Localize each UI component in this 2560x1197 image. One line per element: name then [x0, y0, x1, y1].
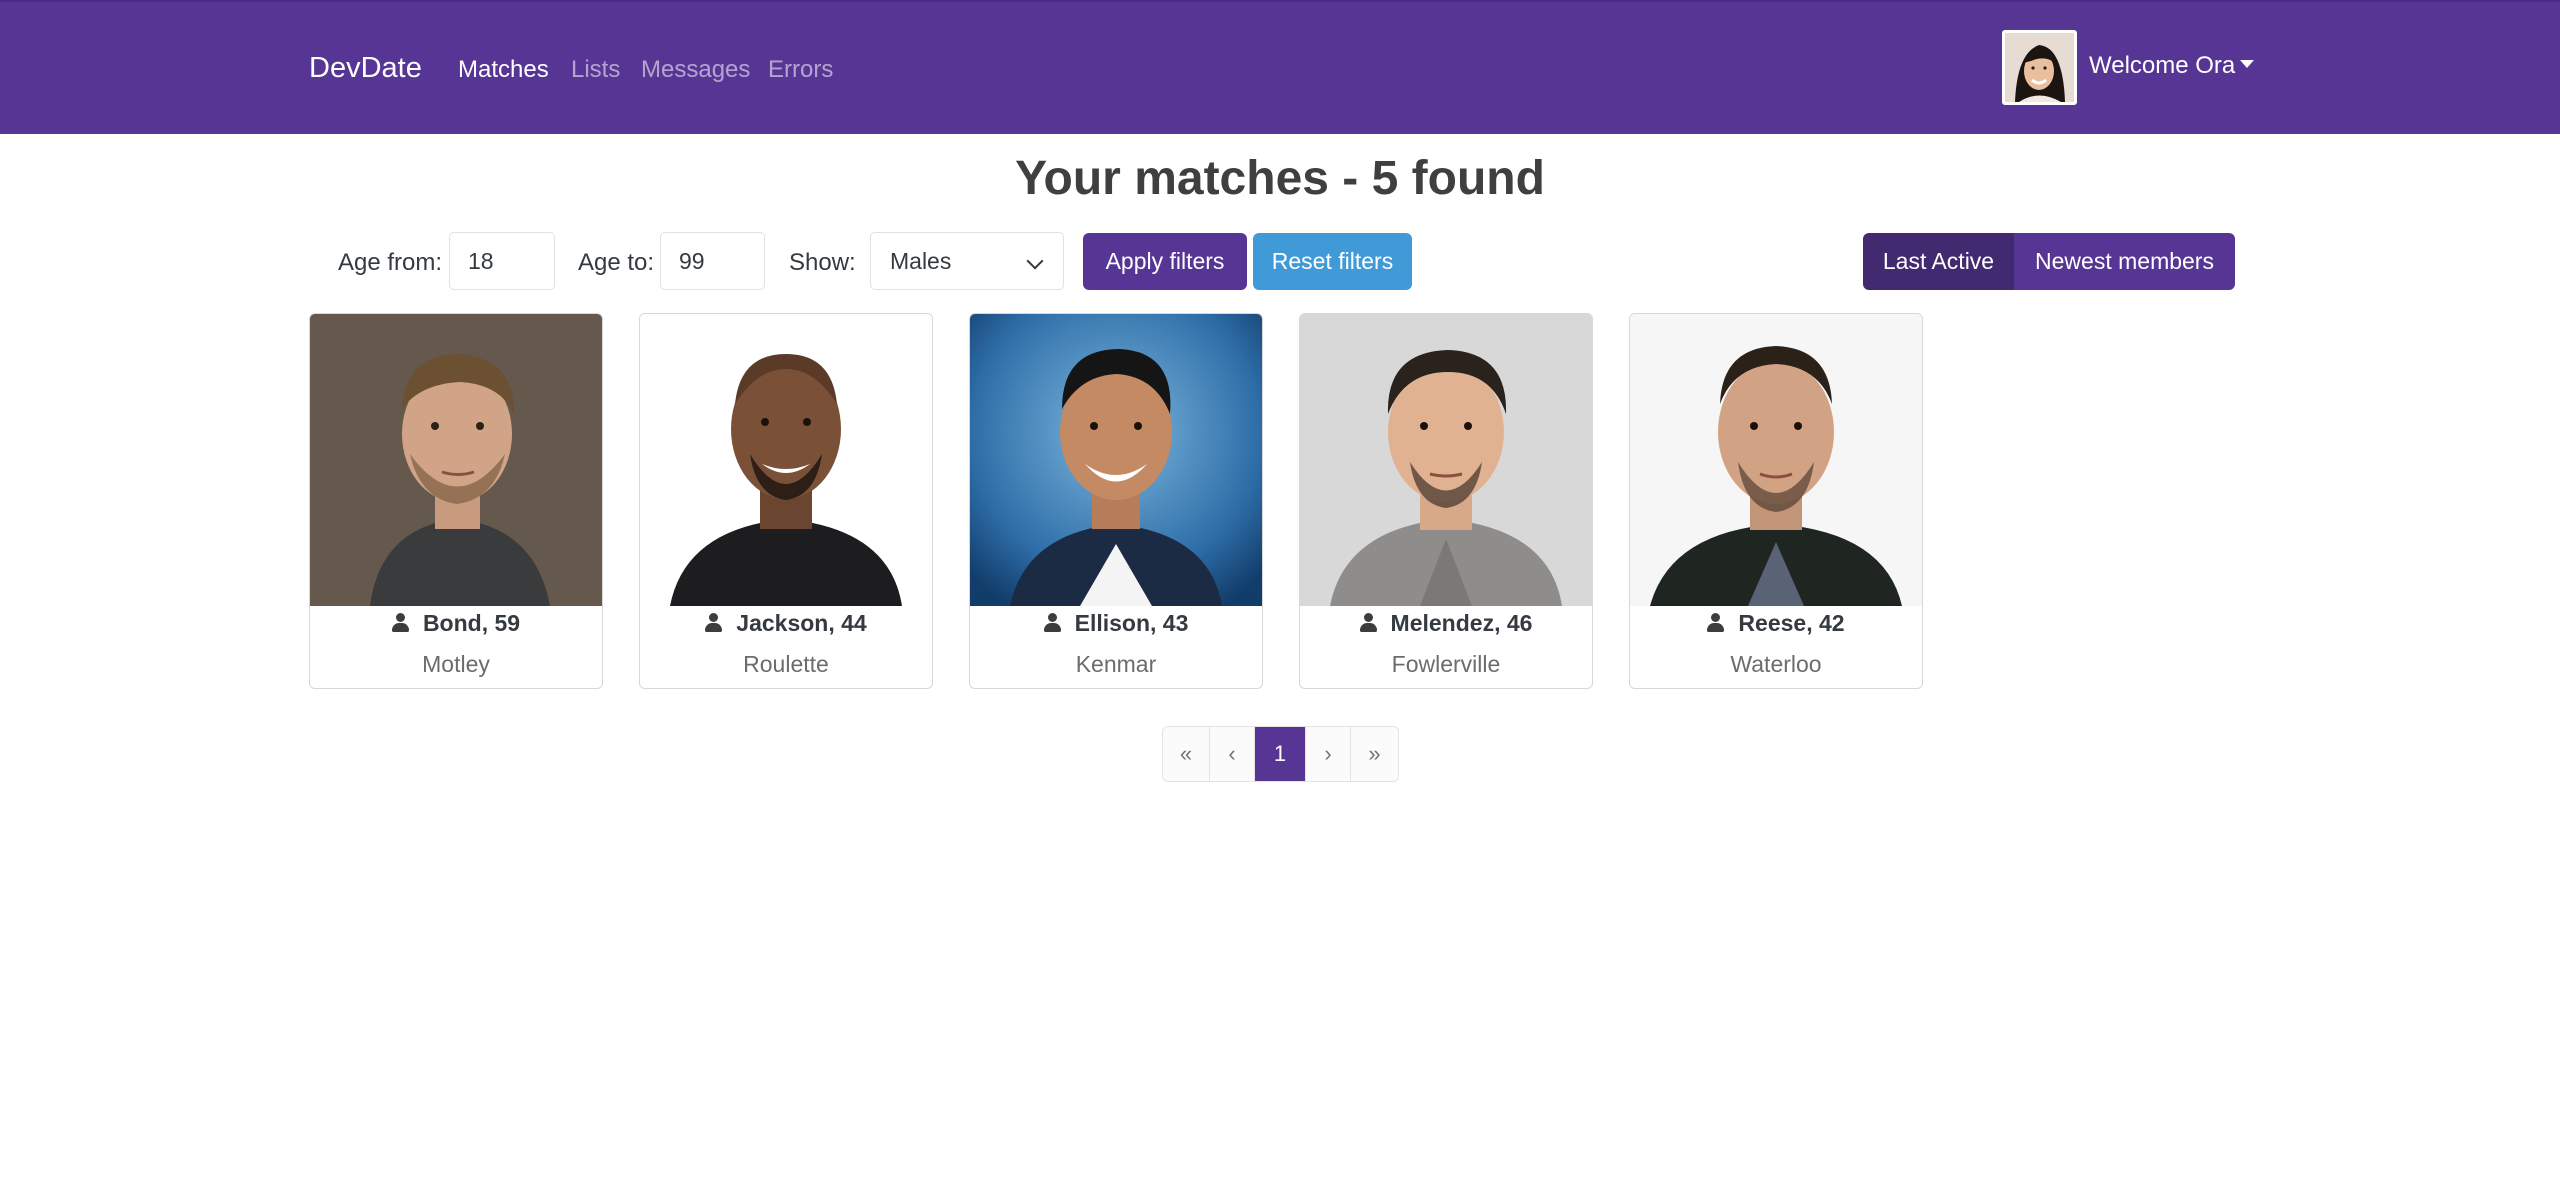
- member-photo[interactable]: [310, 314, 602, 606]
- gender-select-value: Males: [890, 248, 952, 274]
- apply-filters-button[interactable]: Apply filters: [1083, 233, 1247, 290]
- member-city: Kenmar: [1075, 651, 1157, 677]
- member-card[interactable]: Reese, 42 Waterloo: [1629, 313, 1923, 689]
- age-from-input[interactable]: 18: [449, 232, 555, 290]
- navbar: DevDate Matches Lists Messages Errors We…: [0, 0, 2560, 134]
- user-menu-toggle[interactable]: Welcome Ora: [2089, 52, 2255, 80]
- sort-button-group: Last Active Newest members: [1863, 233, 2235, 290]
- user-icon: [391, 613, 409, 632]
- member-photo-image: [1630, 314, 1922, 606]
- member-card[interactable]: Ellison, 43 Kenmar: [969, 313, 1263, 689]
- member-name-text: Melendez, 46: [1390, 610, 1533, 636]
- chevron-down-icon: [1026, 252, 1044, 270]
- sort-newest-members-button[interactable]: Newest members: [2014, 233, 2235, 290]
- sort-last-active-button[interactable]: Last Active: [1863, 233, 2014, 290]
- member-photo-image: [310, 314, 602, 606]
- nav-link-errors[interactable]: Errors: [768, 56, 833, 84]
- reset-filters-button[interactable]: Reset filters: [1253, 233, 1412, 290]
- member-card[interactable]: Jackson, 44 Roulette: [639, 313, 933, 689]
- caret-down-icon: [2240, 59, 2255, 68]
- member-photo-image: [640, 314, 932, 606]
- pagination-last[interactable]: »: [1351, 727, 1398, 781]
- pagination-prev[interactable]: ‹: [1210, 727, 1255, 781]
- pagination: « ‹ 1 › »: [1162, 726, 1399, 782]
- age-to-label: Age to:: [578, 249, 655, 276]
- member-name-age[interactable]: Bond, 59: [310, 610, 602, 637]
- nav-link-matches[interactable]: Matches: [458, 56, 549, 84]
- user-icon: [1707, 613, 1725, 632]
- user-icon: [1043, 613, 1061, 632]
- pagination-next[interactable]: ›: [1306, 727, 1351, 781]
- member-card[interactable]: Melendez, 46 Fowlerville: [1299, 313, 1593, 689]
- brand-logo[interactable]: DevDate: [309, 52, 422, 85]
- age-from-label: Age from:: [338, 249, 443, 276]
- member-name-age[interactable]: Melendez, 46: [1300, 610, 1592, 637]
- nav-link-lists[interactable]: Lists: [571, 56, 620, 84]
- gender-select[interactable]: Males: [870, 232, 1064, 290]
- member-name-age[interactable]: Reese, 42: [1630, 610, 1922, 637]
- user-icon: [1359, 613, 1377, 632]
- member-name-text: Reese, 42: [1738, 610, 1845, 636]
- age-to-input[interactable]: 99: [660, 232, 765, 290]
- member-card[interactable]: Bond, 59 Motley: [309, 313, 603, 689]
- member-name-text: Bond, 59: [422, 610, 521, 636]
- nav-link-messages[interactable]: Messages: [641, 56, 750, 84]
- member-photo-image: [970, 314, 1262, 606]
- member-city: Motley: [422, 651, 490, 677]
- member-name-age[interactable]: Jackson, 44: [640, 610, 932, 637]
- pagination-first[interactable]: «: [1163, 727, 1210, 781]
- page-title: Your matches - 5 found: [1015, 152, 1545, 205]
- member-name-text: Jackson, 44: [736, 610, 867, 636]
- member-city: Waterloo: [1730, 651, 1822, 677]
- user-avatar: [2002, 30, 2077, 105]
- member-photo-image: [1300, 314, 1592, 606]
- pagination-page-1[interactable]: 1: [1255, 727, 1306, 781]
- member-photo[interactable]: [1300, 314, 1592, 606]
- member-photo[interactable]: [1630, 314, 1922, 606]
- show-label: Show:: [789, 249, 856, 276]
- member-city: Roulette: [743, 651, 829, 677]
- user-icon: [705, 613, 723, 632]
- member-photo[interactable]: [970, 314, 1262, 606]
- welcome-text: Welcome Ora: [2089, 52, 2236, 79]
- member-name-text: Ellison, 43: [1074, 610, 1189, 636]
- avatar-photo: [2005, 33, 2074, 102]
- member-photo[interactable]: [640, 314, 932, 606]
- member-city: Fowlerville: [1391, 651, 1501, 677]
- member-name-age[interactable]: Ellison, 43: [970, 610, 1262, 637]
